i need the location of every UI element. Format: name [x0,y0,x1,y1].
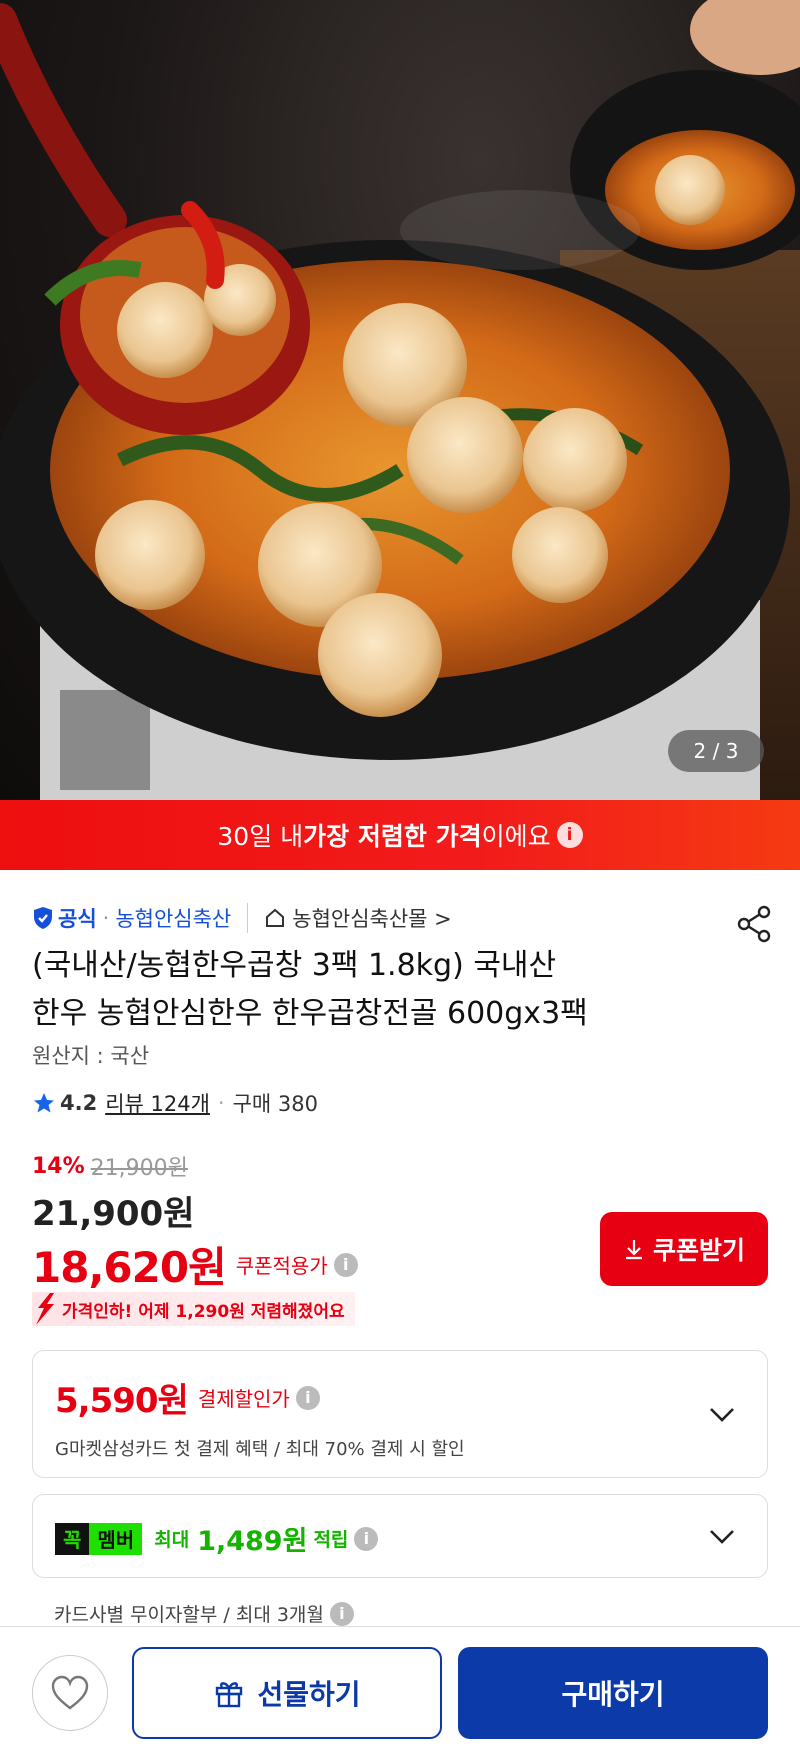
coupon-price-row: 18,620원 쿠폰적용가 i [32,1234,358,1295]
product-image[interactable]: 2 / 3 [0,0,800,800]
max-label: 최대 [154,1529,190,1551]
official-badge: 공식 [32,903,97,933]
lowest-price-banner[interactable]: 30일 내 가장 저렴한 가격 이에요 i [0,800,800,870]
gift-button-label: 선물하기 [257,1678,361,1711]
image-page-indicator: 2 / 3 [668,730,764,772]
coupon-price: 18,620원 [32,1243,227,1292]
heart-icon [51,1675,89,1710]
product-title-line1: (국내산/농협한우곱창 3팩 1.8kg) 국내산 [32,948,557,983]
download-icon [625,1240,642,1260]
mall-link[interactable]: 농협안심축산몰 > [264,903,452,933]
installment-text: 카드사별 무이자할부 / 최대 3개월 [54,1604,324,1626]
earn-label: 적립 [313,1529,349,1551]
info-icon[interactable]: i [556,822,583,848]
share-icon [737,905,771,943]
hot-pot-illustration [0,0,800,800]
official-label: 공식 [58,907,97,931]
installment-info: 카드사별 무이자할부 / 최대 3개월 i [54,1600,354,1627]
price-drop-note: 가격인하! 어제 1,290원 저렴해졌어요 [62,1301,345,1322]
mall-link-label: 농협안심축산몰 > [292,907,452,931]
star-icon [34,1093,54,1113]
discount-percent: 14% [32,1153,85,1179]
banner-prefix: 30일 내 [217,822,304,851]
buy-button[interactable]: 구매하기 [458,1647,768,1739]
get-coupon-label: 쿠폰받기 [652,1236,745,1265]
banner-highlight: 가장 저렴한 가격 [303,822,482,851]
member-badge-part1: 꼭 [55,1522,90,1555]
chevron-down-icon[interactable] [707,1527,737,1547]
rating-score: 4.2 [60,1091,98,1115]
info-icon[interactable]: i [354,1526,379,1551]
payment-discount-label: 결제할인가 [197,1387,290,1411]
original-price: 21,900원 [90,1156,188,1181]
separator-dot: · [102,906,110,930]
product-title-line2: 한우 농협안심한우 한우곱창전골 600gx3팩 [32,996,588,1031]
shield-check-icon [34,907,52,929]
buy-button-label: 구매하기 [561,1678,665,1711]
seller-name-link[interactable]: 농협안심축산 [115,903,231,933]
reward-points: 1,489원 [197,1526,308,1557]
share-button[interactable] [732,902,776,946]
payment-discount-amount: 5,590원 [55,1381,189,1421]
discount-row: 14% 21,900원 [32,1150,188,1182]
payment-discount-description: G마켓삼성카드 첫 결제 혜택 / 최대 70% 결제 시 할인 [55,1439,465,1460]
down-arrow-icon [36,1293,54,1325]
purchase-count: 구매 380 [232,1092,319,1116]
origin-text: 원산지 : 국산 [32,1044,150,1068]
divider [247,903,249,933]
price-drop-badge: 가격인하! 어제 1,290원 저렴해졌어요 [32,1292,355,1326]
membership-card[interactable]: 꼭 멤버 최대 1,489원 적립 i [32,1494,768,1578]
info-icon[interactable]: i [295,1385,320,1410]
info-icon[interactable]: i [329,1601,354,1626]
separator-dot: · [217,1091,225,1115]
wishlist-button[interactable] [32,1655,108,1731]
info-icon[interactable]: i [333,1252,358,1277]
payment-discount-card[interactable]: 5,590원 결제할인가 i G마켓삼성카드 첫 결제 혜택 / 최대 70% … [32,1350,768,1478]
get-coupon-button[interactable]: 쿠폰받기 [600,1212,768,1286]
rating-row: 4.2 리뷰 124개 · 구매 380 [32,1088,318,1118]
chevron-down-icon[interactable] [707,1405,737,1425]
bottom-action-bar: 선물하기 구매하기 [0,1626,800,1758]
member-badge: 꼭 멤버 [55,1522,143,1555]
home-icon [266,908,285,927]
member-badge-part2: 멤버 [89,1522,143,1555]
review-count-link[interactable]: 리뷰 124개 [105,1088,210,1118]
gift-icon [216,1682,243,1708]
coupon-price-label: 쿠폰적용가 [235,1254,328,1278]
banner-suffix: 이에요 [481,822,551,851]
product-title: (국내산/농협한우곱창 3팩 1.8kg) 국내산 한우 농협안심한우 한우곱창… [32,942,732,1038]
sale-price: 21,900원 [32,1194,195,1234]
gift-button[interactable]: 선물하기 [132,1647,442,1739]
seller-row: 공식 · 농협안심축산 농협안심축산몰 > [32,900,452,936]
